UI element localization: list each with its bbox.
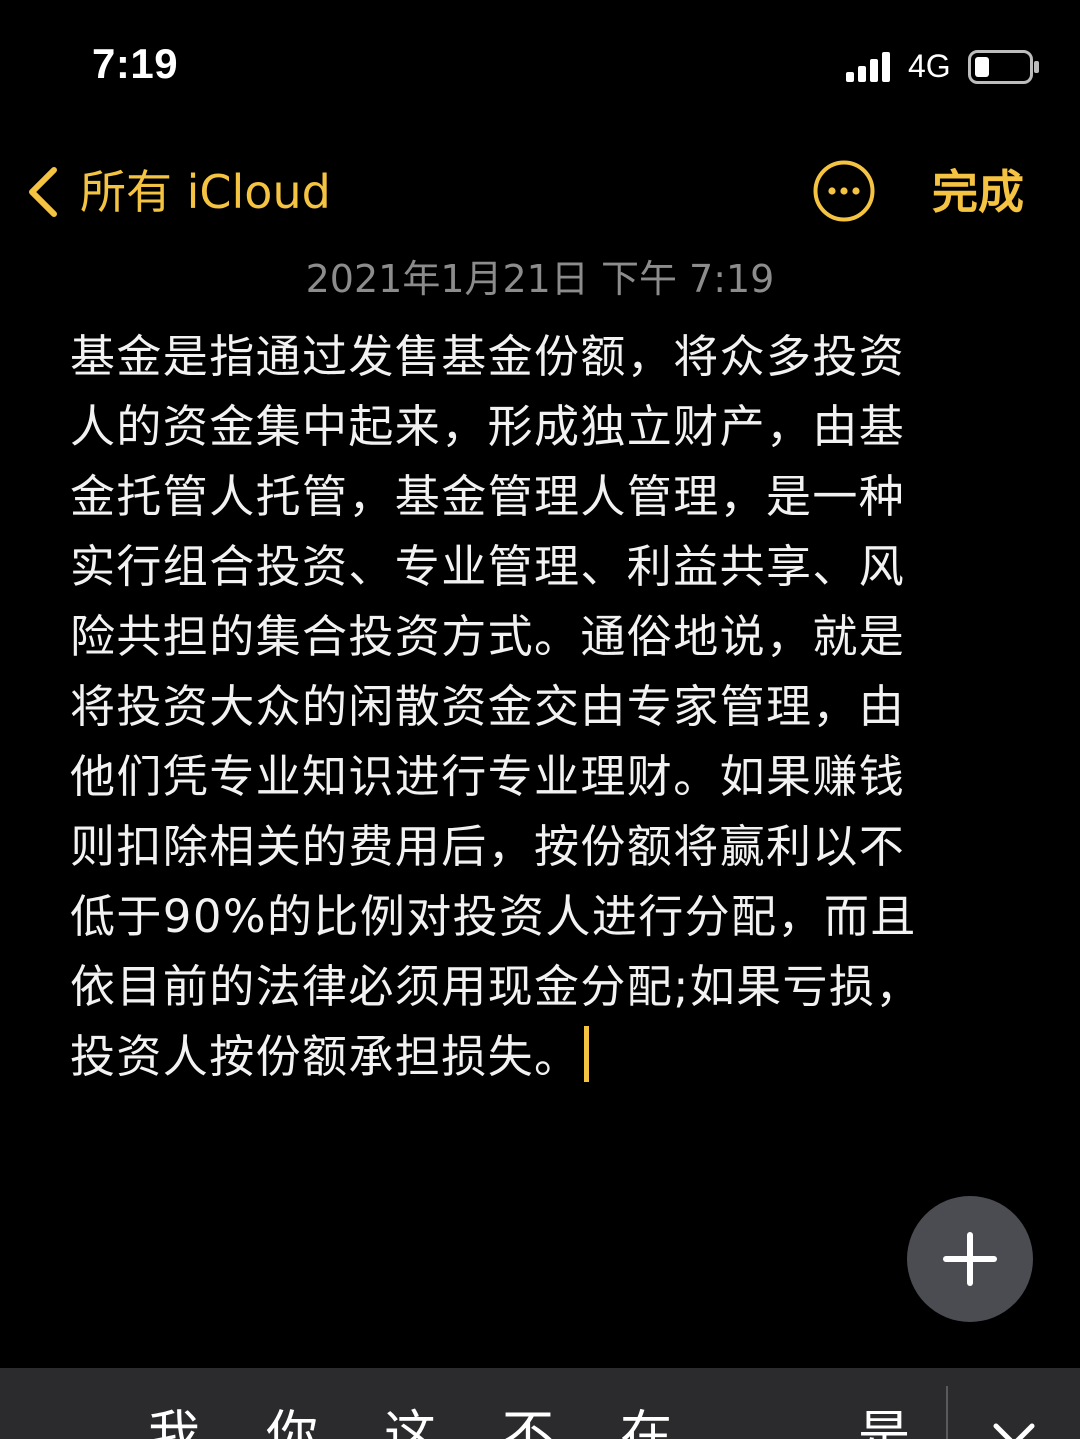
- suggestion-candidate[interactable]: 是: [858, 1406, 910, 1439]
- note-line: 金托管人托管，基金管理人管理，是一种: [70, 470, 906, 523]
- ellipsis-circle-icon[interactable]: [812, 159, 876, 223]
- note-line: 则扣除相关的费用后，按份额将赢利以不: [70, 820, 906, 873]
- note-last-line: 投资人按份额承担损失。: [70, 1022, 1000, 1092]
- status-time: 7:19: [92, 40, 179, 87]
- note-line: 基金是指通过发售基金份额，将众多投资: [70, 330, 906, 383]
- network-type-label: 4G: [908, 48, 951, 84]
- note-line: 人的资金集中起来，形成独立财产，由基: [70, 400, 906, 453]
- plus-icon: [943, 1232, 997, 1286]
- note-date: 2021年1月21日 下午 7:19: [305, 257, 775, 301]
- suggestion-candidate[interactable]: 这: [384, 1406, 436, 1439]
- note-line: 实行组合投资、专业管理、利益共享、风: [70, 540, 906, 593]
- battery-low-icon: [968, 50, 1039, 84]
- note-line-text: 投资人按份额承担损失。: [70, 1030, 581, 1083]
- note-line: 低于90%的比例对投资人进行分配，而且: [70, 890, 917, 943]
- done-button[interactable]: 完成: [932, 160, 1024, 224]
- note-line: 依目前的法律必须用现金分配;如果亏损，: [70, 960, 922, 1013]
- suggestion-divider: [946, 1386, 948, 1439]
- suggestion-candidate[interactable]: 你: [266, 1406, 318, 1439]
- chevron-left-icon: [29, 167, 57, 217]
- status-bar: 7:19 4G: [0, 0, 1080, 130]
- note-body-editor[interactable]: 基金是指通过发售基金份额，将众多投资 人的资金集中起来，形成独立财产，由基 金托…: [70, 322, 1000, 1092]
- signal-bars-icon: [846, 52, 890, 82]
- keyboard-suggestion-bar: 我 你 这 不 在 是: [0, 1368, 1080, 1439]
- suggestion-candidate[interactable]: 我: [148, 1406, 200, 1439]
- text-cursor: [584, 1026, 590, 1082]
- note-line: 他们凭专业知识进行专业理财。如果赚钱: [70, 750, 906, 803]
- back-label: 所有 iCloud: [80, 165, 331, 219]
- suggestion-candidate[interactable]: 不: [502, 1406, 554, 1439]
- note-line: 险共担的集合投资方式。通俗地说，就是: [70, 610, 906, 663]
- back-button[interactable]: 所有 iCloud: [22, 160, 331, 224]
- close-icon[interactable]: [990, 1420, 1038, 1439]
- suggestion-candidate[interactable]: 在: [620, 1406, 672, 1439]
- note-line: 将投资大众的闲散资金交由专家管理，由: [70, 680, 906, 733]
- add-note-button[interactable]: [907, 1196, 1033, 1322]
- navigation-bar: 所有 iCloud 完成: [0, 140, 1080, 250]
